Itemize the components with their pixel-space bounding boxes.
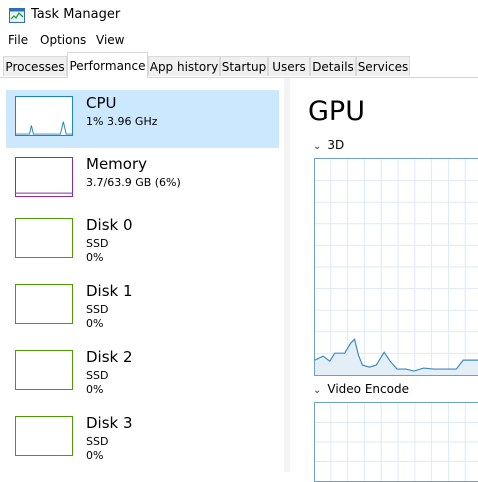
- tab-services[interactable]: Services: [356, 56, 410, 76]
- resource-usage: 0%: [86, 317, 104, 330]
- resource-type: SSD: [86, 303, 109, 316]
- tab-users[interactable]: Users: [268, 56, 310, 76]
- cpu-thumbnail-graph: [15, 96, 73, 136]
- resource-detail: 3.7/63.9 GB (6%): [86, 176, 181, 189]
- title-bar[interactable]: Task Manager: [0, 0, 478, 31]
- menu-view[interactable]: View: [96, 33, 124, 47]
- resource-disk-2[interactable]: Disk 2 SSD 0%: [6, 344, 279, 402]
- gpu-detail-pane: GPU ⌄ 3D ⌄ Video Encode: [291, 78, 478, 482]
- resource-usage: 0%: [86, 383, 104, 396]
- tab-app-history[interactable]: App history: [148, 56, 220, 76]
- resource-name: Disk 0: [86, 216, 133, 234]
- resource-detail: 1% 3.96 GHz: [86, 115, 158, 128]
- section-3d-header[interactable]: ⌄ 3D: [313, 138, 344, 152]
- menu-bar: File Options View: [0, 31, 478, 51]
- resource-type: SSD: [86, 435, 109, 448]
- tab-strip: Processes Performance App history Startu…: [0, 52, 478, 78]
- chevron-down-icon: ⌄: [313, 385, 322, 396]
- section-video-encode-label: Video Encode: [327, 382, 409, 396]
- disk-thumbnail-graph: [15, 284, 73, 324]
- disk-thumbnail-graph: [15, 416, 73, 456]
- section-3d-label: 3D: [327, 138, 345, 152]
- chevron-down-icon: ⌄: [313, 141, 322, 152]
- section-video-encode-header[interactable]: ⌄ Video Encode: [313, 382, 409, 396]
- resource-usage: 0%: [86, 251, 104, 264]
- resource-list: CPU 1% 3.96 GHz Memory 3.7/63.9 GB (6%) …: [0, 78, 285, 472]
- resource-usage: 0%: [86, 449, 104, 462]
- window-title: Task Manager: [31, 7, 121, 22]
- resource-disk-1[interactable]: Disk 1 SSD 0%: [6, 278, 279, 336]
- tab-details[interactable]: Details: [310, 56, 356, 76]
- memory-thumbnail-graph: [15, 157, 73, 197]
- resource-name: Disk 2: [86, 348, 133, 366]
- splitter[interactable]: [284, 78, 290, 472]
- tab-performance[interactable]: Performance: [67, 52, 148, 78]
- resource-name: Memory: [86, 155, 148, 173]
- disk-thumbnail-graph: [15, 350, 73, 390]
- resource-disk-3[interactable]: Disk 3 SSD 0%: [6, 410, 279, 468]
- menu-file[interactable]: File: [8, 33, 28, 47]
- menu-options[interactable]: Options: [40, 33, 86, 47]
- resource-cpu[interactable]: CPU 1% 3.96 GHz: [6, 90, 279, 148]
- resource-name: Disk 1: [86, 282, 133, 300]
- resource-name: CPU: [86, 94, 117, 112]
- resource-type: SSD: [86, 237, 109, 250]
- task-manager-icon: [9, 8, 25, 23]
- tab-processes[interactable]: Processes: [3, 56, 67, 76]
- resource-type: SSD: [86, 369, 109, 382]
- resource-name: Disk 3: [86, 414, 133, 432]
- disk-thumbnail-graph: [15, 218, 73, 258]
- tab-startup[interactable]: Startup: [220, 56, 268, 76]
- resource-disk-0[interactable]: Disk 0 SSD 0%: [6, 212, 279, 270]
- gpu-3d-graph: [314, 158, 478, 376]
- page-title: GPU: [308, 96, 365, 127]
- gpu-video-encode-graph: [314, 402, 478, 482]
- resource-memory[interactable]: Memory 3.7/63.9 GB (6%): [6, 151, 279, 209]
